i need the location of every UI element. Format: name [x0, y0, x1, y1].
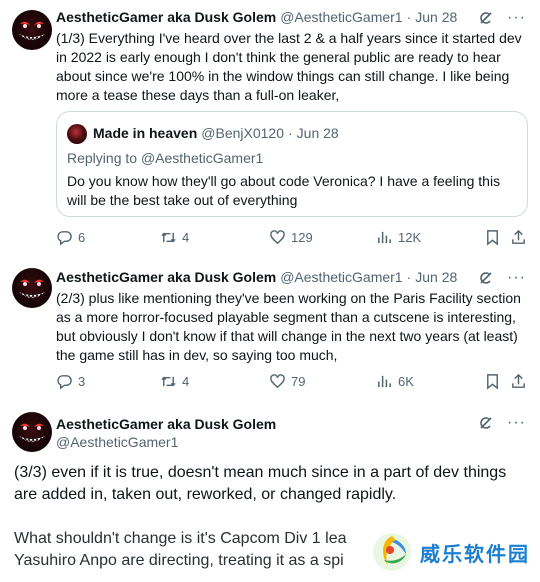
bookmark-icon: [484, 373, 501, 390]
avatar[interactable]: [12, 10, 52, 50]
quote-author-name[interactable]: Made in heaven: [93, 125, 197, 141]
separator-dot: ·: [287, 125, 293, 141]
retweet-count: 4: [182, 230, 190, 245]
tweet-1[interactable]: AestheticGamer aka Dusk Golem @Aesthetic…: [0, 0, 540, 262]
quote-text: Do you know how they'll go about code Ve…: [67, 173, 501, 208]
like-button[interactable]: 79: [269, 373, 305, 390]
author-name[interactable]: AestheticGamer aka Dusk Golem: [56, 269, 276, 285]
reply-count: 6: [78, 230, 86, 245]
quote-author-handle[interactable]: @BenjX0120: [201, 125, 284, 141]
share-button[interactable]: [510, 229, 527, 246]
action-bar: 6 4 129 12K: [56, 229, 528, 249]
like-icon: [269, 373, 286, 390]
replying-mention[interactable]: @AestheticGamer1: [141, 150, 263, 166]
author-name[interactable]: AestheticGamer aka Dusk Golem: [56, 416, 276, 432]
avatar[interactable]: [12, 268, 52, 308]
reply-count: 3: [78, 374, 86, 389]
views-button[interactable]: 6K: [376, 373, 414, 390]
retweet-icon: [160, 373, 177, 390]
author-handle[interactable]: @AestheticGamer1: [56, 434, 178, 450]
retweet-icon: [160, 229, 177, 246]
avatar[interactable]: [12, 412, 52, 452]
bookmark-button[interactable]: [484, 229, 501, 246]
tweet-3[interactable]: AestheticGamer aka Dusk Golem @Aesthetic…: [0, 404, 540, 582]
grok-icon[interactable]: [477, 269, 495, 287]
separator-dot: ·: [406, 269, 412, 285]
action-bar: 3 4 79 6K: [56, 373, 528, 393]
tweet-header: AestheticGamer aka Dusk Golem @Aesthetic…: [56, 9, 457, 25]
author-handle[interactable]: @AestheticGamer1: [280, 269, 402, 285]
separator-dot: ·: [406, 9, 412, 25]
replying-to: Replying to @AestheticGamer1: [67, 150, 263, 166]
tweet-text: (1/3) Everything I've heard over the las…: [56, 30, 522, 103]
tweet-header: AestheticGamer aka Dusk Golem @Aesthetic…: [56, 269, 457, 285]
more-icon[interactable]: ···: [507, 415, 526, 431]
share-icon: [510, 229, 527, 246]
like-count: 79: [291, 374, 306, 389]
quoted-tweet[interactable]: Made in heaven @BenjX0120 · Jun 28 Reply…: [56, 111, 528, 217]
tweet-top-icons: ···: [477, 269, 526, 287]
reply-button[interactable]: 3: [56, 373, 85, 390]
reply-icon: [56, 373, 73, 390]
like-count: 129: [291, 230, 313, 245]
watermark-text: 威乐软件园: [420, 541, 530, 566]
views-icon: [376, 229, 393, 246]
watermark-logo-icon: [373, 533, 411, 571]
share-icon: [510, 373, 527, 390]
bookmark-icon: [484, 229, 501, 246]
like-button[interactable]: 129: [269, 229, 313, 246]
retweet-button[interactable]: 4: [160, 229, 189, 246]
reply-button[interactable]: 6: [56, 229, 85, 246]
reply-icon: [56, 229, 73, 246]
retweet-count: 4: [182, 374, 190, 389]
more-icon[interactable]: ···: [507, 270, 526, 286]
tweet-text: (2/3) plus like mentioning they've been …: [56, 290, 521, 363]
views-count: 6K: [398, 374, 414, 389]
share-button[interactable]: [510, 373, 527, 390]
quote-avatar[interactable]: [67, 124, 87, 144]
quote-header: Made in heaven @BenjX0120 · Jun 28: [93, 125, 339, 141]
quote-date[interactable]: Jun 28: [297, 125, 339, 141]
site-watermark: 威乐软件园: [366, 528, 536, 576]
replying-label: Replying to: [67, 150, 138, 166]
more-icon[interactable]: ···: [507, 10, 526, 26]
bookmark-button[interactable]: [484, 373, 501, 390]
author-handle[interactable]: @AestheticGamer1: [280, 9, 402, 25]
tweet-date[interactable]: Jun 28: [415, 269, 457, 285]
author-name[interactable]: AestheticGamer aka Dusk Golem: [56, 9, 276, 25]
grok-icon[interactable]: [477, 9, 495, 27]
retweet-button[interactable]: 4: [160, 373, 189, 390]
tweet-top-icons: ···: [477, 9, 526, 27]
like-icon: [269, 229, 286, 246]
views-button[interactable]: 12K: [376, 229, 421, 246]
tweet-text: (3/3) even if it is true, doesn't mean m…: [14, 464, 507, 503]
grok-icon[interactable]: [477, 414, 495, 432]
tweet-date[interactable]: Jun 28: [415, 9, 457, 25]
tweet-top-icons: ···: [477, 414, 526, 432]
views-count: 12K: [398, 230, 422, 245]
tweet-2[interactable]: AestheticGamer aka Dusk Golem @Aesthetic…: [0, 262, 540, 404]
views-icon: [376, 373, 393, 390]
